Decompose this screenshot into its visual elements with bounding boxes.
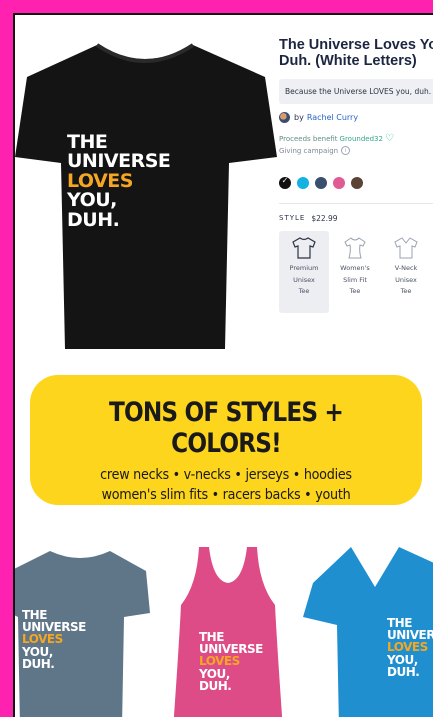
tank-print: THE UNIVERSE LOVES YOU, DUH. xyxy=(199,631,263,692)
print-line-duh: DUH. xyxy=(67,208,120,231)
womens-tee-icon xyxy=(344,237,366,259)
style-option-label: V-Neck xyxy=(394,264,418,273)
giving-row: Giving campaign i xyxy=(279,146,433,156)
style-option-label: Tee xyxy=(349,286,361,295)
color-swatch-pink[interactable] xyxy=(333,177,345,190)
style-option-label: Slim Fit xyxy=(343,275,367,284)
style-option-label: Tee xyxy=(298,286,310,295)
print-line-you: YOU, xyxy=(67,189,117,212)
style-option-vneck[interactable]: V-Neck Unisex Tee xyxy=(381,231,431,313)
color-swatch-black[interactable] xyxy=(279,176,291,190)
promo-banner: TONS OF STYLES + COLORS! crew necks • v-… xyxy=(30,375,422,505)
banner-headline: TONS OF STYLES + COLORS! xyxy=(108,397,344,459)
product-title: The Universe Loves You, Duh. (White Lett… xyxy=(279,37,433,69)
print-line-universe: UNIVERSE xyxy=(67,150,171,173)
heather-tee-image[interactable]: THE UNIVERSE LOVES YOU, DUH. xyxy=(15,547,150,717)
black-tee-image[interactable]: THE UNIVERSE LOVES YOU, DUH. xyxy=(15,33,277,351)
banner-line-1: crew necks • v-necks • jerseys • hoodies xyxy=(100,467,352,483)
style-option-premium-unisex[interactable]: Premium Unisex Tee xyxy=(279,231,329,314)
style-options: Premium Unisex Tee Women's Slim Fit Tee … xyxy=(279,231,433,314)
style-option-label: Tee xyxy=(400,286,412,295)
print-line-loves: LOVES xyxy=(199,654,240,669)
color-swatch-navy[interactable] xyxy=(315,177,327,190)
print-line-loves: LOVES xyxy=(22,632,63,647)
color-swatch-brown[interactable] xyxy=(351,177,363,190)
print-line-duh: DUH. xyxy=(199,678,232,693)
benefit-link[interactable]: Grounded32 xyxy=(340,135,383,143)
title-line-1: The Universe Loves You, xyxy=(279,37,433,53)
benefit-row: Proceeds benefit Grounded32 ♡ xyxy=(279,133,433,144)
style-option-label: Women's xyxy=(340,264,370,273)
title-line-2: Duh. (White Letters) xyxy=(279,53,417,70)
vneck-print: THE UNIVERSE LOVES YOU, DUH. xyxy=(387,617,433,678)
creator-row: by Rachel Curry xyxy=(279,112,433,124)
price: $22.99 xyxy=(311,214,338,224)
print-line-duh: DUH. xyxy=(387,664,420,679)
style-price-row: STYLE $22.99 xyxy=(279,214,433,223)
product-collage: THE UNIVERSE LOVES YOU, DUH. The Univers… xyxy=(13,13,433,717)
banner-line-2: women's slim fits • racers backs • youth xyxy=(101,487,351,503)
blue-vneck-image[interactable]: THE UNIVERSE LOVES YOU, DUH. xyxy=(303,543,433,717)
style-option-womens-slim[interactable]: Women's Slim Fit Tee xyxy=(330,231,380,313)
heather-tee-print: THE UNIVERSE LOVES YOU, DUH. xyxy=(22,609,86,670)
vneck-tee-icon xyxy=(394,237,418,259)
color-swatches xyxy=(279,176,433,190)
print-line-loves: LOVES xyxy=(387,640,428,655)
product-tagline: Because the Universe LOVES you, duh. xyxy=(279,79,433,105)
product-panel: The Universe Loves You, Duh. (White Lett… xyxy=(279,37,433,314)
giving-label: Giving campaign xyxy=(279,146,339,155)
style-option-label: Unisex xyxy=(395,275,417,284)
style-option-label: Unisex xyxy=(293,275,315,284)
info-icon[interactable]: i xyxy=(341,146,351,156)
hero-tee-print: THE UNIVERSE LOVES YOU, DUH. xyxy=(67,132,171,231)
color-swatch-blue[interactable] xyxy=(297,177,309,190)
creator-link[interactable]: Rachel Curry xyxy=(307,113,358,122)
avatar xyxy=(279,112,290,124)
pink-tank-image[interactable]: THE UNIVERSE LOVES YOU, DUH. xyxy=(163,545,293,717)
benefit-prefix: Proceeds benefit xyxy=(279,134,338,143)
by-label: by xyxy=(294,113,304,123)
style-option-label: Premium xyxy=(289,264,319,273)
heart-icon: ♡ xyxy=(384,133,394,145)
print-line-duh: DUH. xyxy=(22,656,55,671)
tshirt-icon xyxy=(292,237,316,260)
style-label: STYLE xyxy=(279,214,306,223)
divider xyxy=(279,203,433,205)
